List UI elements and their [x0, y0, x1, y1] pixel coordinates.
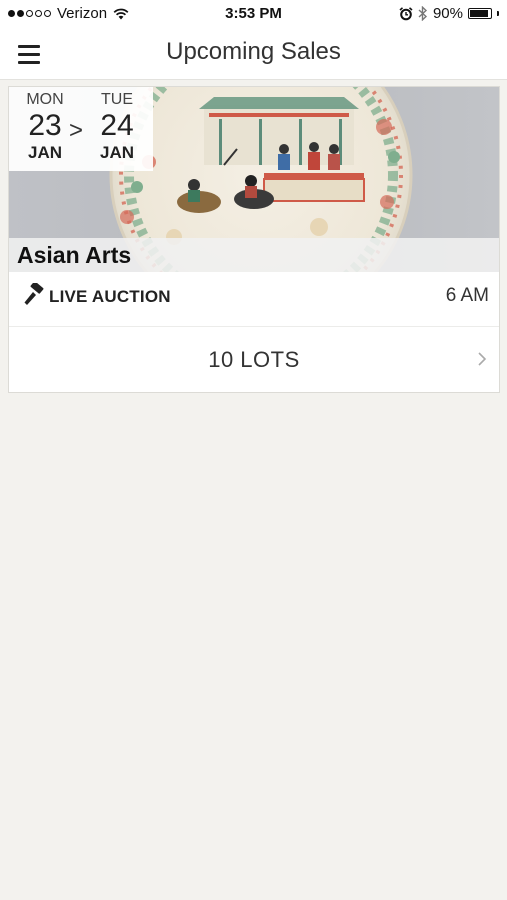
alarm-clock-icon — [399, 6, 413, 20]
battery-cap — [497, 11, 499, 16]
sale-title: Asian Arts — [17, 242, 132, 268]
status-bar: Verizon 3:53 PM 90% — [0, 0, 507, 28]
start-weekday: MON — [26, 91, 64, 108]
end-day: 24 — [100, 109, 134, 142]
lots-button[interactable]: 10 LOTS — [9, 327, 499, 392]
battery-fill — [470, 10, 488, 17]
battery-icon — [468, 8, 492, 19]
sale-date-range: MON 23 JAN > TUE 24 JAN — [9, 87, 153, 171]
sale-card[interactable]: MON 23 JAN > TUE 24 JAN Asian Arts LIVE … — [8, 86, 500, 393]
sale-image[interactable]: MON 23 JAN > TUE 24 JAN Asian Arts — [9, 87, 499, 272]
page-title: Upcoming Sales — [166, 38, 341, 65]
bluetooth-icon — [418, 6, 427, 21]
sale-title-band: Asian Arts — [9, 238, 499, 272]
start-date: MON 23 JAN — [13, 91, 77, 163]
battery-percent: 90% — [432, 5, 463, 22]
auction-start-time: 6 AM — [445, 285, 489, 306]
lots-count: 10 LOTS — [208, 347, 300, 372]
end-weekday: TUE — [101, 91, 133, 108]
chevron-right-icon — [478, 352, 487, 366]
nav-bar: Upcoming Sales — [0, 28, 507, 80]
status-right: 90% — [399, 5, 499, 22]
start-day: 23 — [28, 109, 62, 142]
start-month: JAN — [27, 143, 62, 162]
date-range-arrow: > — [69, 117, 84, 144]
auction-info-row: LIVE AUCTION 6 AM — [9, 272, 499, 327]
end-month: JAN — [99, 143, 134, 162]
auction-type-label: LIVE AUCTION — [49, 287, 171, 306]
end-date: TUE 24 JAN — [85, 91, 149, 163]
gavel-icon — [24, 283, 44, 305]
